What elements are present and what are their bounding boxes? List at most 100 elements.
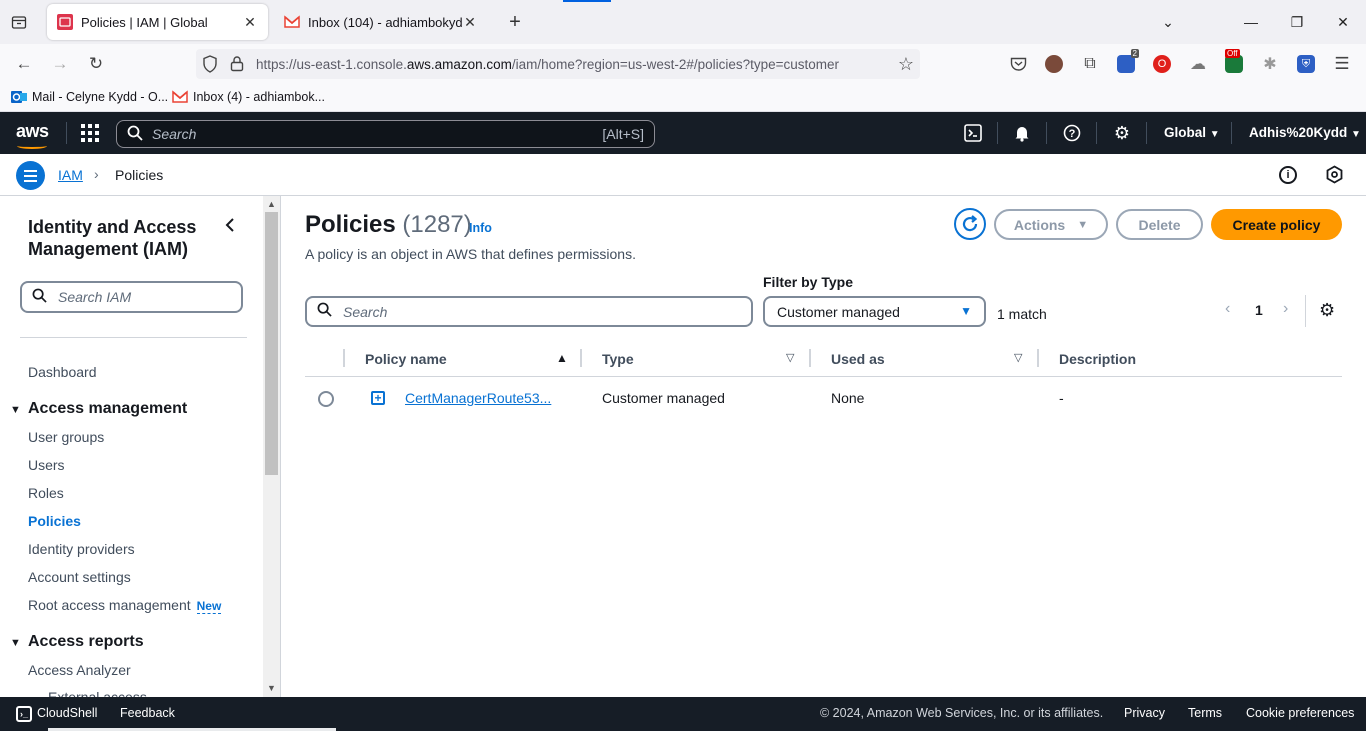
search-icon xyxy=(317,302,332,321)
feedback-link[interactable]: Feedback xyxy=(120,706,175,720)
actions-button[interactable]: Actions ▼ xyxy=(994,209,1108,240)
reload-icon[interactable]: ↻ xyxy=(84,53,108,75)
cookie-preferences-link[interactable]: Cookie preferences xyxy=(1246,706,1354,720)
account-menu[interactable]: Adhis%20Kydd ▼ xyxy=(1249,125,1361,140)
new-tab-icon[interactable]: + xyxy=(504,11,526,33)
lock-icon[interactable] xyxy=(230,55,244,75)
close-tab-icon[interactable]: ✕ xyxy=(462,14,478,31)
close-tab-icon[interactable]: ✕ xyxy=(242,14,258,31)
cloudshell-icon[interactable]: ›_ xyxy=(16,706,32,722)
table-row[interactable]: + CertManagerRoute53... Customer managed… xyxy=(305,378,1342,418)
minimize-icon[interactable]: — xyxy=(1241,12,1261,32)
url-text[interactable]: https://us-east-1.console.aws.amazon.com… xyxy=(256,57,839,72)
search-iam-input[interactable]: Search IAM xyxy=(20,281,243,313)
page-number[interactable]: 1 xyxy=(1255,302,1263,318)
copyright-text: © 2024, Amazon Web Services, Inc. or its… xyxy=(820,706,1104,720)
info-icon[interactable]: i xyxy=(1279,166,1297,184)
search-placeholder: Search IAM xyxy=(58,289,132,305)
sidebar-item-roles[interactable]: Roles xyxy=(28,485,64,501)
next-page-icon[interactable]: › xyxy=(1283,300,1288,318)
badge-extension-icon[interactable]: 2 xyxy=(1117,49,1139,73)
aws-logo[interactable]: aws xyxy=(16,121,49,142)
services-grid-icon[interactable] xyxy=(81,124,99,142)
gmail-icon xyxy=(172,89,188,105)
column-divider xyxy=(809,349,811,367)
pocket-icon[interactable] xyxy=(1009,55,1027,73)
region-selector[interactable]: Global ▼ xyxy=(1164,125,1220,140)
off-extension-icon[interactable]: Off xyxy=(1225,49,1243,73)
cloudshell-link[interactable]: CloudShell xyxy=(37,706,97,720)
column-policy-name[interactable]: Policy name xyxy=(365,351,447,367)
scrollbar-thumb[interactable] xyxy=(265,212,278,475)
bookmark-outlook[interactable]: Mail - Celyne Kydd - O... xyxy=(11,89,168,105)
sidebar-item-dashboard[interactable]: Dashboard xyxy=(28,364,97,380)
section-access-reports[interactable]: ▼ Access reports xyxy=(10,633,144,651)
policy-name-link[interactable]: CertManagerRoute53... xyxy=(405,390,551,406)
scroll-up-icon[interactable]: ▲ xyxy=(266,199,277,209)
sidebar-item-account-settings[interactable]: Account settings xyxy=(28,569,131,585)
help-icon[interactable]: ? xyxy=(1062,123,1082,143)
window-close-icon[interactable]: ✕ xyxy=(1333,12,1353,32)
column-description[interactable]: Description xyxy=(1059,351,1136,367)
row-select-radio[interactable] xyxy=(318,391,334,407)
svg-text:?: ? xyxy=(1069,128,1076,140)
scroll-down-icon[interactable]: ▼ xyxy=(266,683,277,693)
forward-icon[interactable]: → xyxy=(48,53,72,75)
settings-gear-icon[interactable]: ⚙ xyxy=(1112,123,1132,143)
restore-icon[interactable]: ❐ xyxy=(1287,12,1307,32)
bookmark-label: Mail - Celyne Kydd - O... xyxy=(32,90,169,104)
sort-icon[interactable]: ▽ xyxy=(1014,351,1022,364)
filter-type-select[interactable]: Customer managed ▼ xyxy=(763,296,986,327)
sort-icon[interactable]: ▽ xyxy=(786,351,794,364)
browser-tab-active[interactable]: Policies | IAM | Global ✕ xyxy=(47,4,268,40)
tab-overflow-chevron-icon[interactable]: ⌄ xyxy=(1158,12,1178,32)
avatar-icon[interactable] xyxy=(1045,55,1063,73)
column-divider xyxy=(580,349,582,367)
expand-row-icon[interactable]: + xyxy=(371,391,385,405)
privacy-link[interactable]: Privacy xyxy=(1124,706,1165,720)
close-nav-icon[interactable] xyxy=(224,216,236,237)
delete-button[interactable]: Delete xyxy=(1116,209,1203,240)
sort-ascending-icon[interactable]: ▲ xyxy=(556,351,568,365)
tracking-shield-icon[interactable] xyxy=(202,55,218,76)
sidebar-item-access-analyzer[interactable]: Access Analyzer xyxy=(28,662,131,678)
aws-console-header: aws Search [Alt+S] ? ⚙ Global ▼ Adhis%20… xyxy=(0,112,1366,154)
puzzle-icon[interactable]: ✱ xyxy=(1261,55,1279,73)
column-type[interactable]: Type xyxy=(602,351,634,367)
prev-page-icon[interactable]: ‹ xyxy=(1225,300,1230,318)
sidebar-item-users[interactable]: Users xyxy=(28,457,65,473)
terms-link[interactable]: Terms xyxy=(1188,706,1222,720)
menu-icon[interactable]: ☰ xyxy=(1330,53,1354,75)
breadcrumb: IAM › Policies i xyxy=(0,154,1366,196)
hexagon-settings-icon[interactable] xyxy=(1325,165,1344,187)
column-used-as[interactable]: Used as xyxy=(831,351,885,367)
aws-search-input[interactable]: Search [Alt+S] xyxy=(116,120,655,148)
table-settings-gear-icon[interactable]: ⚙ xyxy=(1319,300,1335,321)
section-access-management[interactable]: ▼ Access management xyxy=(10,400,187,418)
bookmark-gmail[interactable]: Inbox (4) - adhiambok... xyxy=(172,89,325,105)
shield-icon[interactable]: ⛨ xyxy=(1297,55,1315,73)
browser-tab-inbox[interactable]: Inbox (104) - adhiambokydd@gmail.com ✕ xyxy=(274,4,488,40)
create-policy-button[interactable]: Create policy xyxy=(1211,209,1342,240)
breadcrumb-iam-link[interactable]: IAM xyxy=(58,167,83,183)
bell-icon[interactable] xyxy=(1012,123,1032,143)
opera-icon[interactable]: O xyxy=(1153,55,1171,73)
sidebar-item-root-access-management[interactable]: Root access management New xyxy=(28,597,222,614)
nav-menu-icon[interactable] xyxy=(16,161,45,190)
cloud-icon[interactable]: ☁ xyxy=(1189,55,1207,73)
sidebar-item-identity-providers[interactable]: Identity providers xyxy=(28,541,135,557)
chevron-right-icon: › xyxy=(94,166,99,182)
policy-search-input[interactable]: Search xyxy=(305,296,753,327)
info-link[interactable]: Info xyxy=(469,221,492,235)
tab-list-icon[interactable] xyxy=(8,12,30,32)
sidebar-item-user-groups[interactable]: User groups xyxy=(28,429,104,445)
bookmark-star-icon[interactable]: ☆ xyxy=(898,54,914,75)
sidebar-item-policies[interactable]: Policies xyxy=(28,513,81,529)
url-bar[interactable]: https://us-east-1.console.aws.amazon.com… xyxy=(196,49,920,79)
cloudshell-icon[interactable] xyxy=(963,123,983,143)
sidebar-scrollbar[interactable]: ▲ ▼ xyxy=(263,196,280,697)
sidebar-item-external-access[interactable]: External access xyxy=(48,689,147,697)
back-icon[interactable]: ← xyxy=(12,53,36,75)
refresh-button[interactable] xyxy=(954,208,986,240)
extensions-icon[interactable]: ⧉ xyxy=(1081,55,1099,73)
